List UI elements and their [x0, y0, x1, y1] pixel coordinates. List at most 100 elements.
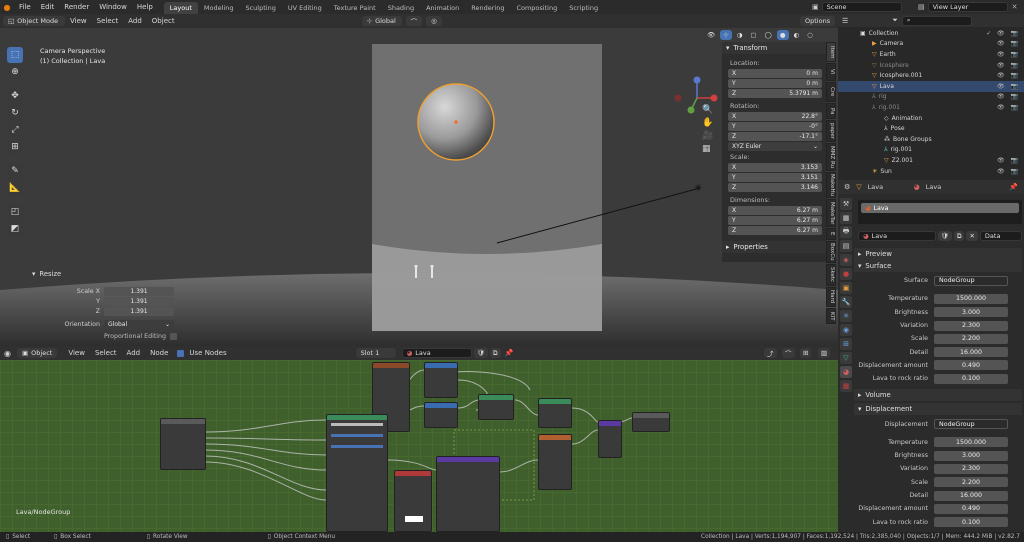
ne-menu-view[interactable]: View: [63, 349, 90, 357]
add-cube-icon[interactable]: ◰: [7, 204, 23, 220]
menu-help[interactable]: Help: [132, 3, 158, 11]
scale-z-prop[interactable]: Z 3.146: [728, 183, 822, 192]
visibility-icon[interactable]: 👁 📷: [997, 62, 1020, 69]
visibility-icon[interactable]: 👁 📷: [997, 93, 1020, 100]
location-z-field[interactable]: Z 5.3791 m: [728, 89, 822, 98]
visibility-icon[interactable]: ✓ 👁 📷: [986, 30, 1020, 37]
surface-param-value[interactable]: 1500.000: [934, 293, 1008, 304]
select-box-icon[interactable]: ⬚: [7, 47, 23, 63]
tool-tab-icon[interactable]: ⚒: [840, 198, 852, 210]
group-output-node[interactable]: [632, 412, 670, 432]
options-button[interactable]: Options: [800, 16, 836, 26]
tab-vi[interactable]: Vi: [826, 63, 836, 81]
fake-user-icon[interactable]: 🛡: [473, 348, 488, 358]
volume-section[interactable]: ▸ Volume: [854, 389, 1022, 402]
outliner-item-pose[interactable]: ⅄ Pose: [838, 123, 1024, 134]
outliner-item-collection[interactable]: ▣ Collection ✓ 👁 📷: [838, 28, 1024, 39]
ne-menu-node[interactable]: Node: [145, 349, 173, 357]
output-tab-icon[interactable]: 🖶: [840, 226, 852, 238]
location-x-field[interactable]: X0 m: [728, 69, 822, 78]
tab-makehu[interactable]: MakeHu: [826, 172, 836, 198]
node-material-field[interactable]: ◕ Lava: [401, 348, 472, 358]
tab-pa[interactable]: Pa: [826, 103, 836, 119]
transform-header[interactable]: ▾ Transform: [722, 42, 826, 54]
add-plane-icon[interactable]: ◩: [7, 221, 23, 237]
scene-icon[interactable]: ▣: [812, 3, 819, 11]
scale-icon[interactable]: ⤢: [7, 122, 23, 138]
displacement-param-value[interactable]: 0.490: [934, 503, 1008, 514]
rotation-x-field[interactable]: X 22.8°: [728, 112, 822, 121]
node-editor-type-icon[interactable]: ◉: [4, 349, 11, 358]
visibility-icon[interactable]: 👁 📷: [997, 72, 1020, 79]
blackbody-node[interactable]: [538, 434, 572, 490]
scene-tab-icon[interactable]: ◈: [840, 254, 852, 266]
vp-menu-select[interactable]: Select: [92, 17, 124, 25]
visibility-icon[interactable]: 👁 📷: [997, 157, 1020, 164]
outliner-item-bone-groups[interactable]: ⁂ Bone Groups: [838, 134, 1024, 145]
outliner-item-lava[interactable]: ▽ Lava 👁 📷: [838, 80, 1024, 92]
camera-view-icon[interactable]: 🎥: [702, 130, 713, 143]
properties-header[interactable]: ▸ Properties: [722, 241, 826, 253]
color-ramp-node[interactable]: [538, 398, 572, 428]
surface-param-value[interactable]: 2.200: [934, 333, 1008, 344]
displacement-param-value[interactable]: 16.000: [934, 490, 1008, 501]
menu-file[interactable]: File: [14, 3, 36, 11]
tab-modeling[interactable]: Modeling: [198, 2, 240, 14]
preview-section[interactable]: ▸ Preview: [854, 248, 1022, 260]
properties-editor-icon[interactable]: ⚙: [844, 183, 850, 191]
blender-logo-icon[interactable]: ●: [0, 3, 14, 12]
annotate-icon[interactable]: ✎: [7, 163, 23, 179]
tab-animation[interactable]: Animation: [420, 2, 465, 14]
snap-mode-icon[interactable]: ⊞: [800, 348, 812, 358]
outliner-search-input[interactable]: ⌕: [901, 15, 972, 26]
wireframe-shading-icon[interactable]: ◯: [761, 30, 775, 40]
tab-hard[interactable]: Hard: [826, 287, 836, 307]
outliner-editor-icon[interactable]: ☰: [842, 17, 848, 25]
outliner-item-sun[interactable]: ☀ Sun 👁 📷: [838, 166, 1024, 177]
overlay-icon[interactable]: ◑: [733, 30, 746, 40]
scale-y-field[interactable]: 1.391: [104, 296, 174, 306]
proportional-icon[interactable]: ◎: [426, 16, 442, 26]
parent-node-tree-icon[interactable]: ⤴: [764, 348, 777, 358]
displacement-param-value[interactable]: 3.000: [934, 450, 1008, 461]
tab-shading[interactable]: Shading: [382, 2, 420, 14]
dimension-y-field[interactable]: Y 6.27 m: [728, 216, 822, 225]
pan-hand-icon[interactable]: ✋: [702, 117, 713, 130]
unlink-icon[interactable]: ✕: [966, 231, 978, 241]
principled-bsdf-node[interactable]: [326, 414, 388, 532]
surface-shader-select[interactable]: NodeGroup: [934, 275, 1008, 286]
outliner-item-icosphere[interactable]: ▽ Icosphere 👁 📷: [838, 60, 1024, 71]
3d-viewport[interactable]: ✳ Camera Perspective (1) Collection | La…: [0, 28, 838, 346]
visibility-icon[interactable]: 👁: [704, 30, 719, 40]
tab-cre[interactable]: Cre: [826, 82, 836, 102]
pin-icon[interactable]: 📌: [1009, 183, 1018, 191]
visibility-icon[interactable]: 👁 📷: [997, 168, 1020, 175]
surface-param-value[interactable]: 0.100: [934, 373, 1008, 384]
displacement-param-value[interactable]: 2.300: [934, 463, 1008, 474]
displacement-shader-select[interactable]: NodeGroup: [934, 419, 1008, 430]
dimension-z-field[interactable]: Z 6.27 m: [728, 226, 822, 235]
orientation-dropdown[interactable]: ⊹ Global: [361, 16, 402, 26]
material-datablock-field[interactable]: ◕ Lava: [858, 231, 936, 241]
displacement-param-value[interactable]: 0.100: [934, 517, 1008, 528]
shader-type-dropdown[interactable]: ▣ Object: [16, 348, 58, 358]
pin-icon[interactable]: 📌: [505, 349, 514, 357]
scale-x-prop[interactable]: X 3.153: [728, 163, 822, 172]
visibility-icon[interactable]: 👁 📷: [997, 51, 1020, 58]
displacement-node[interactable]: [598, 420, 622, 458]
solid-shading-icon[interactable]: ●: [776, 30, 789, 40]
tab-rendering[interactable]: Rendering: [465, 2, 510, 14]
rotate-icon[interactable]: ↻: [7, 105, 23, 121]
tab-paper[interactable]: paper: [826, 120, 836, 142]
outliner-item-rig-001-data[interactable]: ⅄ rig.001: [838, 145, 1024, 156]
math-node[interactable]: [424, 402, 458, 428]
gizmo-icon[interactable]: ⊹: [720, 30, 732, 40]
link-data-select[interactable]: Data: [979, 231, 1022, 241]
outliner-item-rig[interactable]: ⅄ rig 👁 📷: [838, 92, 1024, 103]
outliner-item-icosphere-001[interactable]: ▽ Icosphere.001 👁 📷: [838, 70, 1024, 81]
cursor-icon[interactable]: ⊕: [7, 64, 23, 80]
backdrop-icon[interactable]: ▨: [818, 348, 831, 358]
render-tab-icon[interactable]: ▦: [840, 212, 852, 224]
outliner-item-animation[interactable]: ◇ Animation: [838, 113, 1024, 124]
snap-icon[interactable]: ⌒: [405, 16, 423, 26]
